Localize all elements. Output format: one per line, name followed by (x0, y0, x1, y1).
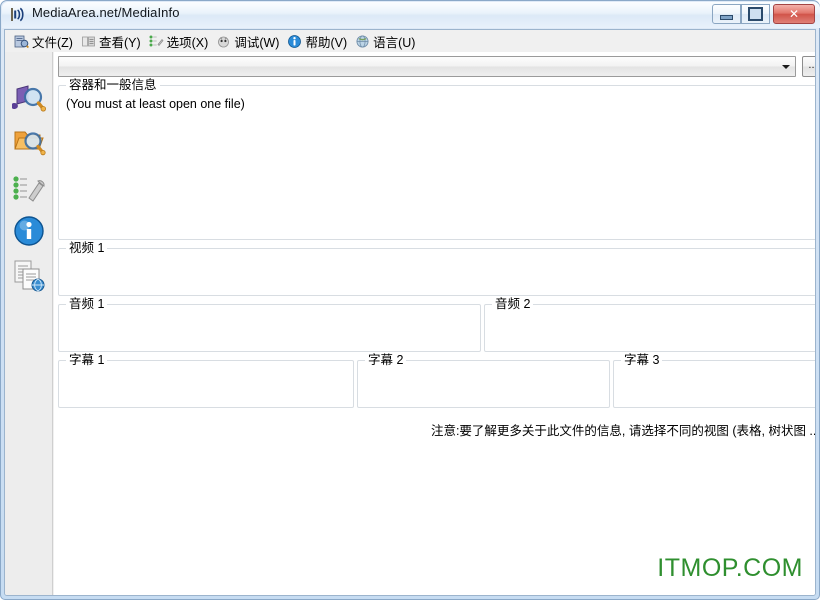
sidebar-item-open-folder[interactable] (12, 124, 46, 158)
open-file-icon (10, 85, 46, 112)
menu-bar: 文件(Z) 查看(Y) 选项(X) 调试(W) 帮助(V) 语言(U) (5, 30, 815, 52)
groupbox-subtitle-1-body (66, 371, 347, 403)
open-folder-icon (14, 131, 46, 156)
language-icon (355, 34, 370, 49)
menu-item-options[interactable]: 选项(X) (146, 30, 214, 53)
groupbox-subtitle-2-title: 字幕 2 (365, 353, 407, 367)
groupbox-audio-2-body (492, 315, 815, 347)
help-icon (287, 34, 302, 49)
menu-item-debug-label: 调试(W) (234, 35, 280, 50)
view-hint-note: 注意:要了解更多关于此文件的信息, 请选择不同的视图 (表格, 树状图 ...) (430, 424, 816, 438)
minimize-icon (713, 5, 740, 23)
groupbox-general: 容器和一般信息 (You must at least open one file… (58, 78, 815, 240)
menu-item-options-label: 选项(X) (166, 35, 209, 50)
menu-item-help[interactable]: 帮助(V) (284, 30, 352, 53)
groupbox-subtitle-3-title: 字幕 3 (621, 353, 663, 367)
export-documents-icon (14, 260, 45, 292)
groupbox-audio-2: 音频 2 (484, 297, 815, 352)
groupbox-video-1-body (66, 259, 815, 291)
sidebar-item-export[interactable] (12, 258, 46, 292)
chevron-down-icon[interactable] (782, 65, 790, 69)
menu-item-file[interactable]: 文件(Z) (11, 30, 78, 53)
window-title: MediaArea.net/MediaInfo (32, 5, 180, 20)
groupbox-subtitle-3-body (621, 371, 815, 403)
close-icon: ✕ (788, 7, 800, 21)
sound-wave-icon (10, 6, 27, 23)
sidebar-item-open-file[interactable] (10, 80, 46, 114)
wrench-options-icon (13, 176, 45, 202)
site-watermark: ITMOP.COM (657, 554, 803, 582)
window-client-frame: 文件(Z) 查看(Y) 选项(X) 调试(W) 帮助(V) 语言(U) .. 容… (4, 29, 816, 596)
groupbox-subtitle-3: 字幕 3 (613, 353, 815, 408)
groupbox-video-1: 视频 1 (58, 241, 815, 296)
groupbox-general-body: (You must at least open one file) (66, 97, 245, 111)
application-window: MediaArea.net/MediaInfo ✕ 文件(Z) 查看(Y) 选项… (0, 0, 820, 600)
menu-item-view[interactable]: 查看(Y) (78, 30, 146, 53)
browse-button[interactable]: ... (802, 56, 815, 77)
maximize-button[interactable] (741, 4, 770, 24)
menu-item-debug[interactable]: 调试(W) (213, 30, 284, 53)
menu-item-language[interactable]: 语言(U) (352, 30, 420, 53)
groupbox-subtitle-1: 字幕 1 (58, 353, 354, 408)
menu-item-view-label: 查看(Y) (98, 35, 141, 50)
file-icon (14, 34, 29, 49)
sidebar-item-info[interactable] (12, 214, 46, 248)
debug-icon (216, 34, 231, 49)
title-bar[interactable]: MediaArea.net/MediaInfo ✕ (1, 1, 820, 29)
info-circle-icon (14, 216, 44, 246)
menu-item-language-label: 语言(U) (373, 35, 416, 50)
minimize-button[interactable] (712, 4, 741, 24)
groupbox-general-title: 容器和一般信息 (66, 78, 160, 92)
groupbox-subtitle-2-body (365, 371, 603, 403)
groupbox-audio-1-title: 音频 1 (66, 297, 108, 311)
groupbox-video-1-title: 视频 1 (66, 241, 108, 255)
options-icon (149, 34, 164, 49)
close-button[interactable]: ✕ (773, 4, 815, 24)
menu-item-file-label: 文件(Z) (32, 35, 73, 50)
menu-item-help-label: 帮助(V) (305, 35, 348, 50)
groupbox-audio-1-body (66, 315, 474, 347)
file-combo-box[interactable] (58, 56, 796, 77)
maximize-icon (742, 5, 769, 23)
view-icon (81, 34, 96, 49)
groupbox-audio-1: 音频 1 (58, 297, 481, 352)
sidebar-item-options[interactable] (12, 174, 46, 208)
icon-sidebar (5, 52, 53, 595)
groupbox-audio-2-title: 音频 2 (492, 297, 534, 311)
main-content-area: ... 容器和一般信息 (You must at least open one … (54, 52, 815, 595)
groupbox-subtitle-2: 字幕 2 (357, 353, 610, 408)
groupbox-subtitle-1-title: 字幕 1 (66, 353, 108, 367)
